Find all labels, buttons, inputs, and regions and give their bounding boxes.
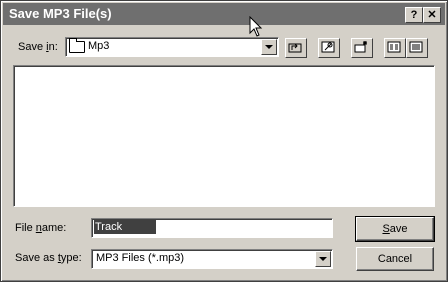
folder-icon <box>69 38 85 53</box>
save-as-type-value: MP3 Files (*.mp3) <box>96 252 185 264</box>
save-in-label: Save in: <box>18 41 58 53</box>
list-view-icon <box>387 41 401 53</box>
save-as-type-label: Save as type: <box>15 252 82 264</box>
up-one-level-icon <box>288 43 302 53</box>
new-folder-button[interactable] <box>351 38 373 58</box>
details-view-icon <box>409 41 423 53</box>
save-button[interactable]: Save <box>355 216 435 242</box>
desktop-button[interactable] <box>318 38 340 58</box>
file-name-label: File name: <box>15 222 67 234</box>
window-title: Save MP3 File(s) <box>9 6 112 21</box>
file-name-input[interactable] <box>94 220 156 234</box>
save-dialog: Save MP3 File(s) ? ✕ Save in: Mp3 File n… <box>0 0 448 282</box>
details-view-button[interactable] <box>406 38 428 58</box>
save-in-value: Mp3 <box>88 40 110 52</box>
file-list[interactable] <box>13 65 435 207</box>
new-folder-icon <box>354 41 367 53</box>
cancel-button[interactable]: Cancel <box>356 247 434 271</box>
up-one-level-button[interactable] <box>285 38 307 58</box>
desktop-icon <box>321 41 335 53</box>
chevron-down-icon[interactable] <box>315 251 331 267</box>
close-button[interactable]: ✕ <box>423 7 441 23</box>
title-bar[interactable]: Save MP3 File(s) ? ✕ <box>3 3 445 25</box>
chevron-down-icon[interactable] <box>261 39 277 55</box>
file-name-field[interactable] <box>91 218 333 238</box>
help-button[interactable]: ? <box>405 7 423 23</box>
list-view-button[interactable] <box>384 38 406 58</box>
save-as-type-dropdown[interactable]: MP3 Files (*.mp3) <box>91 249 333 269</box>
save-in-dropdown[interactable]: Mp3 <box>65 37 279 57</box>
mouse-cursor-icon <box>249 16 263 37</box>
